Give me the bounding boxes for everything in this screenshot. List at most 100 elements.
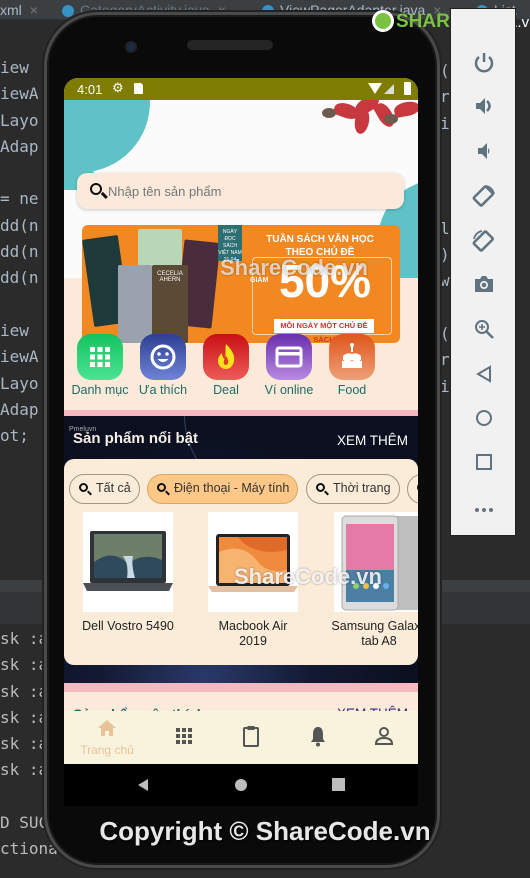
volume-down-button[interactable] — [451, 140, 517, 167]
filter-chip-more[interactable] — [407, 474, 418, 504]
smiley-icon — [140, 334, 186, 380]
book-title: CECELIA AHERN — [157, 271, 183, 283]
code-line: iew — [0, 320, 39, 340]
code-line: iewA — [0, 84, 39, 104]
square-icon — [476, 454, 492, 470]
category-label: Danh mục — [71, 383, 129, 397]
power-icon — [474, 53, 494, 73]
screenshot-button[interactable] — [451, 274, 517, 299]
editor-tab[interactable]: xml × — [0, 2, 38, 18]
app-screen: CECELIA AHERN NGÀY ĐỌC SÁCH VIỆT NAM 21.… — [64, 78, 418, 764]
zoom-button[interactable] — [451, 318, 517, 345]
product-search-input[interactable] — [108, 181, 388, 201]
see-more-link[interactable]: XEM THÊM — [337, 433, 408, 448]
category-label: Ưa thích — [138, 383, 188, 397]
rotate-left-button[interactable] — [451, 184, 517, 213]
back-triangle-icon — [476, 365, 491, 383]
code-line: Layo — [0, 373, 39, 393]
search-icon — [316, 483, 325, 492]
chip-label: Tất cả — [96, 481, 131, 495]
product-image-laptop — [83, 512, 173, 612]
product-image-tablet — [334, 512, 418, 612]
home-circle-icon[interactable] — [234, 778, 248, 792]
category-deal[interactable]: Deal — [196, 334, 256, 397]
section-divider — [64, 683, 418, 692]
product-name: Macbook Air 2019 — [201, 619, 305, 649]
camera-icon — [475, 276, 493, 292]
chip-label: Thời trang — [333, 481, 391, 495]
nav-label: Trang chủ — [80, 743, 134, 757]
power-button[interactable] — [451, 51, 517, 78]
nav-orders[interactable] — [221, 719, 281, 752]
category-label: Food — [337, 383, 367, 397]
code-line: dd(n — [0, 268, 39, 288]
home-icon — [98, 720, 116, 736]
nav-notifications[interactable] — [288, 719, 348, 752]
watermark-text: ShareCode.vn — [234, 564, 382, 589]
volume-up-icon — [476, 98, 491, 114]
home-circle-outline-icon — [476, 410, 492, 426]
back-icon[interactable] — [136, 778, 150, 792]
category-label: Deal — [213, 383, 239, 397]
card-icon — [266, 334, 312, 380]
copyright-watermark: Copyright © ShareCode.vn — [99, 816, 431, 846]
volume-down-icon — [478, 143, 490, 159]
close-icon[interactable]: × — [30, 2, 38, 18]
settings-icon: ⚙ — [112, 80, 124, 95]
battery-icon — [404, 82, 411, 95]
promo-banner[interactable]: CECELIA AHERN NGÀY ĐỌC SÁCH VIỆT NAM 21.… — [82, 225, 400, 343]
wifi-icon — [368, 83, 382, 94]
category-label: Ví online — [264, 383, 314, 397]
rotate-left-icon — [472, 185, 495, 207]
product-name-line: Dell Vostro 5490 — [82, 619, 174, 633]
category-ua-thich[interactable]: Ưa thích — [133, 334, 193, 397]
more-dots-icon — [475, 508, 493, 512]
category-vi-online[interactable]: Ví online — [259, 334, 319, 397]
status-time: 4:01 — [77, 82, 103, 97]
class-icon — [62, 5, 74, 18]
search-icon — [79, 483, 88, 492]
code-line: Layo — [0, 110, 39, 130]
nav-profile[interactable] — [354, 719, 414, 751]
nav-categories[interactable] — [154, 719, 214, 750]
filter-chip-all[interactable]: Tất cả — [69, 474, 140, 504]
pinecone-decoration — [322, 108, 336, 118]
rotate-right-button[interactable] — [451, 229, 517, 258]
earpiece-speaker — [187, 40, 273, 50]
product-name: Samsung Galaxy tab A8 — [327, 619, 418, 649]
product-name-line: Macbook Air — [218, 619, 288, 633]
system-navigation-bar — [64, 764, 418, 806]
section-title: Sản phẩm nổi bật — [73, 430, 199, 447]
code-line: ot; — [0, 426, 29, 446]
category-food[interactable]: Food — [322, 334, 382, 397]
home-button[interactable] — [451, 408, 517, 433]
code-line: Adap — [0, 136, 39, 156]
product-image-macbook — [208, 512, 298, 612]
code-line: = ne — [0, 189, 39, 209]
front-camera — [125, 41, 137, 53]
product-name-line: tab A8 — [361, 634, 397, 648]
more-button[interactable] — [451, 501, 517, 519]
cake-icon — [329, 334, 375, 380]
code-line: dd(n — [0, 242, 39, 262]
volume-up-button[interactable] — [451, 95, 517, 122]
status-bar: 4:01 ⚙ — [64, 78, 418, 100]
product-search-bar[interactable] — [77, 173, 404, 209]
category-danh-muc[interactable]: Danh mục — [70, 334, 130, 397]
code-line: Adap — [0, 399, 39, 419]
emulator-control-panel — [450, 8, 516, 536]
back-button[interactable] — [451, 364, 517, 389]
product-card[interactable]: Dell Vostro 5490 — [76, 512, 180, 634]
filter-chip-fashion[interactable]: Thời trang — [306, 474, 400, 504]
nav-home[interactable]: Trang chủ — [77, 719, 137, 757]
filter-chip-phones-computers[interactable]: Điện thoại - Máy tính — [147, 474, 299, 504]
overview-button[interactable] — [451, 453, 517, 476]
logo-text: .vn — [517, 14, 530, 31]
recent-apps-icon[interactable] — [332, 778, 345, 791]
code-editor-left[interactable]: iew iewA Layo Adap = ne dd(n dd(n dd(n i… — [0, 55, 39, 449]
featured-products-panel: Tất cả Điện thoại - Máy tính Thời trang … — [64, 459, 418, 665]
signal-icon — [384, 84, 394, 94]
watermark-text: ShareCode.vn — [220, 255, 368, 280]
